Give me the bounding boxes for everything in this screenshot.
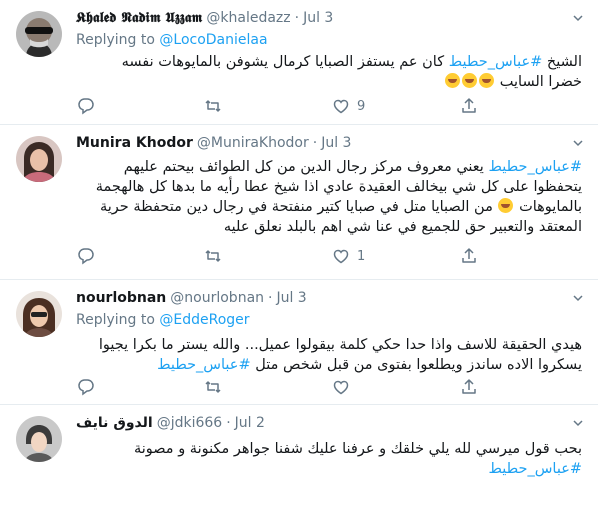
reply-button[interactable] bbox=[76, 246, 102, 266]
avatar[interactable] bbox=[16, 291, 62, 337]
retweet-button[interactable] bbox=[203, 377, 229, 397]
avatar[interactable] bbox=[16, 136, 62, 182]
reply-button[interactable] bbox=[76, 377, 102, 397]
text-segment: يتحفظوا على كل شي بيخالف العقيدة عادي اذ… bbox=[95, 179, 582, 195]
share-icon bbox=[462, 248, 476, 263]
hashtag-link[interactable]: #عباس_حطيط bbox=[449, 54, 543, 70]
share-button[interactable] bbox=[459, 377, 479, 397]
text-segment: بحب قول ميرسي لله يلي خلقك و عرفنا عليك … bbox=[133, 441, 582, 457]
text-segment: كان عم يستفز الصبايا كرمال يشوفن بالمايو… bbox=[121, 54, 449, 70]
retweet-button[interactable] bbox=[203, 246, 229, 266]
tweet[interactable]: nourlobnan @nourlobnan · Jul 3 Replying to … bbox=[0, 280, 598, 405]
chevron-down-icon[interactable] bbox=[572, 417, 584, 429]
share-button[interactable] bbox=[459, 96, 479, 116]
retweet-button[interactable] bbox=[203, 96, 229, 116]
separator-dot: · bbox=[226, 415, 231, 431]
like-count: 9 bbox=[357, 98, 366, 114]
like-icon bbox=[333, 249, 349, 264]
text-segment: يسكروا الاده ساندز ويطلعوا بفتوى من قبل … bbox=[250, 357, 582, 373]
hugging-emoji bbox=[498, 198, 514, 213]
text-segment: المعتقد والتعبير حق للجميع في عنا شي اهم… bbox=[223, 219, 582, 235]
timestamp[interactable]: Jul 3 bbox=[276, 290, 306, 306]
user-handle[interactable]: @MuniraKhodor bbox=[197, 135, 309, 151]
tweet[interactable]: الدوق نايف @jdki666 · Jul 2 بحب قول ميرسي ل… bbox=[0, 405, 598, 506]
laughing-emoji bbox=[462, 73, 478, 88]
like-button[interactable]: 1 bbox=[331, 246, 365, 266]
avatar[interactable] bbox=[16, 416, 62, 462]
timestamp[interactable]: Jul 3 bbox=[321, 135, 351, 151]
share-icon bbox=[462, 379, 476, 394]
replying-to-label: Replying to bbox=[76, 32, 155, 48]
tweet-text: بحب قول ميرسي لله يلي خلقك و عرفنا عليك … bbox=[76, 439, 582, 479]
text-segment: يعني معروف مركز رجال الدين من كل الطوائف… bbox=[123, 159, 489, 175]
like-icon bbox=[333, 99, 349, 114]
tweet[interactable]: Munira Khodor @MuniraKhodor · Jul 3 #عباس_ح… bbox=[0, 125, 598, 280]
user-handle[interactable]: @khaledazz bbox=[206, 10, 290, 26]
replying-to: Replying to @EddeRoger bbox=[76, 310, 250, 330]
reply-icon bbox=[78, 248, 94, 264]
text-segment: بالمايوهات bbox=[519, 199, 582, 215]
tweet-text: #عباس_حطيط يعني معروف مركز رجال الدين من… bbox=[76, 157, 582, 237]
replying-to: Replying to @LocoDanielaa bbox=[76, 30, 268, 50]
display-name[interactable]: nourlobnan bbox=[76, 290, 166, 306]
reply-icon bbox=[78, 379, 94, 395]
like-icon bbox=[333, 380, 349, 395]
share-icon bbox=[462, 98, 476, 113]
text-segment: من الصبايا متل في صبايا كتير منفتحة في ر… bbox=[100, 199, 498, 215]
replying-to-link[interactable]: @LocoDanielaa bbox=[159, 32, 267, 48]
timestamp[interactable]: Jul 3 bbox=[303, 10, 333, 26]
avatar[interactable] bbox=[16, 11, 62, 57]
user-handle[interactable]: @nourlobnan bbox=[170, 290, 264, 306]
tweet-text: هيدي الحقيقة للاسف واذا حدا حكي كلمة بيق… bbox=[76, 335, 582, 375]
user-handle[interactable]: @jdki666 bbox=[157, 415, 223, 431]
timestamp[interactable]: Jul 2 bbox=[235, 415, 265, 431]
hashtag-link[interactable]: #عباس_حطيط bbox=[488, 159, 582, 175]
tweet[interactable]: 𝕶𝖍𝖆𝖑𝖊𝖉 𝕹𝖆𝖉𝖎𝖒 𝖀𝖟𝖟𝖆𝖒 @khaledazz · Jul 3 Reply… bbox=[0, 0, 598, 125]
separator-dot: · bbox=[294, 10, 300, 26]
laughing-emoji bbox=[445, 73, 461, 88]
display-name[interactable]: 𝕶𝖍𝖆𝖑𝖊𝖉 𝕹𝖆𝖉𝖎𝖒 𝖀𝖟𝖟𝖆𝖒 bbox=[76, 10, 202, 26]
replying-to-link[interactable]: @EddeRoger bbox=[159, 312, 249, 328]
like-count: 1 bbox=[357, 248, 366, 264]
retweet-icon bbox=[205, 381, 221, 393]
text-segment: خضرا السايب bbox=[499, 74, 582, 90]
text-segment: الشيخ bbox=[542, 54, 582, 70]
like-button[interactable]: 9 bbox=[331, 96, 365, 116]
chevron-down-icon[interactable] bbox=[572, 12, 584, 24]
reply-icon bbox=[78, 98, 94, 114]
chevron-down-icon[interactable] bbox=[572, 292, 584, 304]
display-name[interactable]: Munira Khodor bbox=[76, 135, 193, 151]
like-button[interactable] bbox=[331, 377, 357, 397]
retweet-icon bbox=[205, 250, 221, 262]
text-segment: هيدي الحقيقة للاسف واذا حدا حكي كلمة بيق… bbox=[98, 337, 582, 353]
chevron-down-icon[interactable] bbox=[572, 137, 584, 149]
hashtag-link[interactable]: #عباس_حطيط bbox=[157, 357, 251, 373]
separator-dot: · bbox=[312, 135, 318, 151]
reply-button[interactable] bbox=[76, 96, 102, 116]
hashtag-link[interactable]: #عباس_حطيط bbox=[488, 461, 582, 477]
display-name[interactable]: الدوق نايف bbox=[76, 415, 153, 431]
retweet-icon bbox=[205, 100, 221, 112]
laughing-emoji bbox=[479, 73, 495, 88]
replying-to-label: Replying to bbox=[76, 312, 155, 328]
tweet-text: الشيخ #عباس_حطيط كان عم يستفز الصبايا كر… bbox=[76, 52, 582, 92]
separator-dot: · bbox=[268, 290, 273, 306]
share-button[interactable] bbox=[459, 246, 479, 266]
